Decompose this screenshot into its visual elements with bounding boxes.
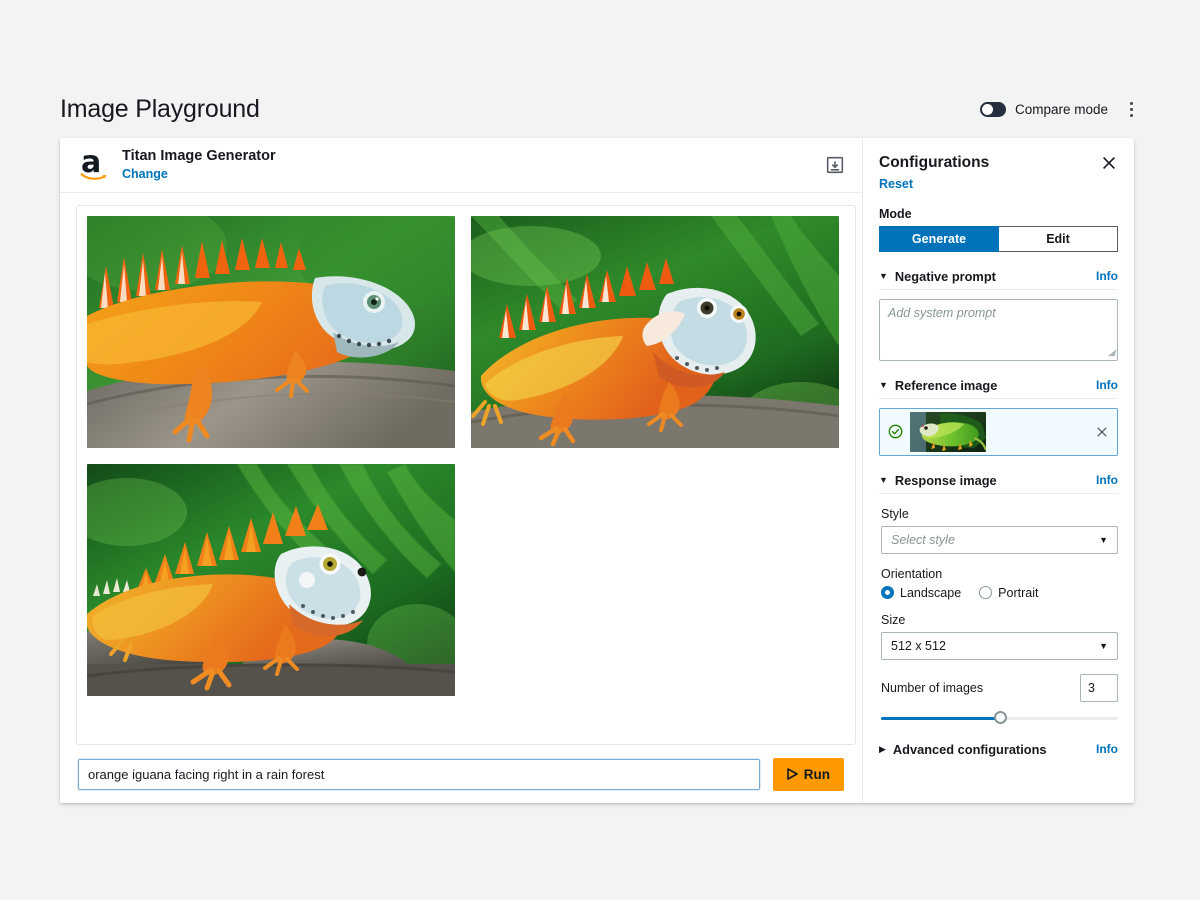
- chevron-down-icon: ▼: [1099, 641, 1108, 651]
- number-of-images-row: Number of images 3: [881, 674, 1118, 702]
- mode-label: Mode: [879, 207, 1118, 221]
- advanced-configurations-title: Advanced configurations: [893, 742, 1047, 757]
- amazon-logo: a: [80, 149, 110, 183]
- slider-knob[interactable]: [994, 711, 1007, 724]
- run-button-label: Run: [804, 767, 830, 782]
- toggle-knob: [982, 104, 993, 115]
- kebab-menu-icon[interactable]: [1122, 98, 1140, 120]
- negative-prompt-placeholder: Add system prompt: [888, 306, 996, 320]
- header-actions: Compare mode: [980, 98, 1140, 120]
- prompt-input[interactable]: orange iguana facing right in a rain for…: [78, 759, 760, 790]
- remove-reference-image-icon[interactable]: [1095, 425, 1109, 439]
- model-header: a Titan Image Generator Change: [60, 138, 862, 193]
- slider-fill: [881, 717, 1000, 720]
- kebab-dot: [1130, 114, 1133, 117]
- save-icon[interactable]: [824, 154, 846, 176]
- reference-image-expander[interactable]: ▼ Reference image Info: [879, 378, 1118, 399]
- generated-image-1[interactable]: [87, 216, 455, 448]
- close-icon[interactable]: [1100, 154, 1118, 172]
- change-model-link[interactable]: Change: [122, 167, 276, 182]
- negative-prompt-title: Negative prompt: [895, 269, 996, 284]
- style-select-value: Select style: [891, 533, 955, 547]
- orientation-radio-group: Landscape Portrait: [881, 586, 1118, 600]
- negative-prompt-textarea[interactable]: Add system prompt ◢: [879, 299, 1118, 361]
- playground-left-pane: a Titan Image Generator Change: [60, 138, 862, 803]
- style-select[interactable]: Select style ▼: [881, 526, 1118, 554]
- number-of-images-input[interactable]: 3: [1080, 674, 1118, 702]
- radio-unselected-icon: [979, 586, 992, 599]
- style-label: Style: [881, 507, 1118, 521]
- size-select-value: 512 x 512: [891, 639, 946, 653]
- page-header: Image Playground Compare mode: [60, 88, 1140, 130]
- page-title: Image Playground: [60, 95, 260, 124]
- size-select[interactable]: 512 x 512 ▼: [881, 632, 1118, 660]
- radio-selected-icon: [881, 586, 894, 599]
- run-button[interactable]: Run: [773, 758, 844, 791]
- toggle-track[interactable]: [980, 102, 1006, 117]
- generated-image-3[interactable]: [87, 464, 455, 696]
- model-meta: Titan Image Generator Change: [122, 148, 276, 181]
- compare-mode-label: Compare mode: [1015, 102, 1108, 117]
- reference-image-item: [879, 408, 1118, 456]
- chevron-down-icon: ▼: [879, 381, 888, 390]
- orientation-option-landscape[interactable]: Landscape: [881, 586, 961, 600]
- configurations-title: Configurations: [879, 154, 989, 173]
- reference-image-info-link[interactable]: Info: [1096, 378, 1118, 392]
- orientation-portrait-label: Portrait: [998, 586, 1038, 600]
- chevron-down-icon: ▼: [1099, 535, 1108, 545]
- chevron-down-icon: ▼: [879, 476, 888, 485]
- configurations-header: Configurations Reset: [879, 154, 1118, 191]
- advanced-configurations-info-link[interactable]: Info: [1096, 742, 1118, 756]
- chevron-right-icon: ▶: [879, 745, 886, 754]
- reference-image-thumbnail[interactable]: [910, 412, 986, 452]
- generated-image-2[interactable]: [471, 216, 839, 448]
- reset-link[interactable]: Reset: [879, 177, 989, 191]
- kebab-dot: [1130, 108, 1133, 111]
- resize-grip-icon[interactable]: ◢: [1108, 347, 1115, 358]
- response-image-title: Response image: [895, 473, 997, 488]
- advanced-configurations-expander[interactable]: ▶ Advanced configurations Info: [879, 742, 1118, 762]
- orientation-option-portrait[interactable]: Portrait: [979, 586, 1038, 600]
- number-of-images-slider[interactable]: [881, 711, 1118, 725]
- number-of-images-label: Number of images: [881, 681, 983, 695]
- size-label: Size: [881, 613, 1118, 627]
- compare-mode-toggle[interactable]: Compare mode: [980, 102, 1108, 117]
- negative-prompt-info-link[interactable]: Info: [1096, 269, 1118, 283]
- generated-images-container: [76, 205, 856, 745]
- prompt-bar: orange iguana facing right in a rain for…: [60, 745, 862, 803]
- chevron-down-icon: ▼: [879, 272, 888, 281]
- response-image-info-link[interactable]: Info: [1096, 473, 1118, 487]
- results-area: [60, 193, 862, 745]
- response-image-expander[interactable]: ▼ Response image Info: [879, 473, 1118, 494]
- check-circle-icon: [888, 424, 903, 439]
- mode-option-generate[interactable]: Generate: [879, 226, 999, 252]
- mode-option-edit[interactable]: Edit: [999, 226, 1118, 252]
- configurations-panel: Configurations Reset Mode Generate Edit …: [862, 138, 1134, 803]
- orientation-label: Orientation: [881, 567, 1118, 581]
- reference-image-title: Reference image: [895, 378, 997, 393]
- playground-card: a Titan Image Generator Change: [60, 138, 1134, 803]
- play-icon: [787, 768, 798, 780]
- amazon-swoosh-icon: [80, 171, 110, 183]
- orientation-landscape-label: Landscape: [900, 586, 961, 600]
- kebab-dot: [1130, 102, 1133, 105]
- negative-prompt-expander[interactable]: ▼ Negative prompt Info: [879, 269, 1118, 290]
- model-name: Titan Image Generator: [122, 148, 276, 165]
- mode-segmented-control: Generate Edit: [879, 226, 1118, 252]
